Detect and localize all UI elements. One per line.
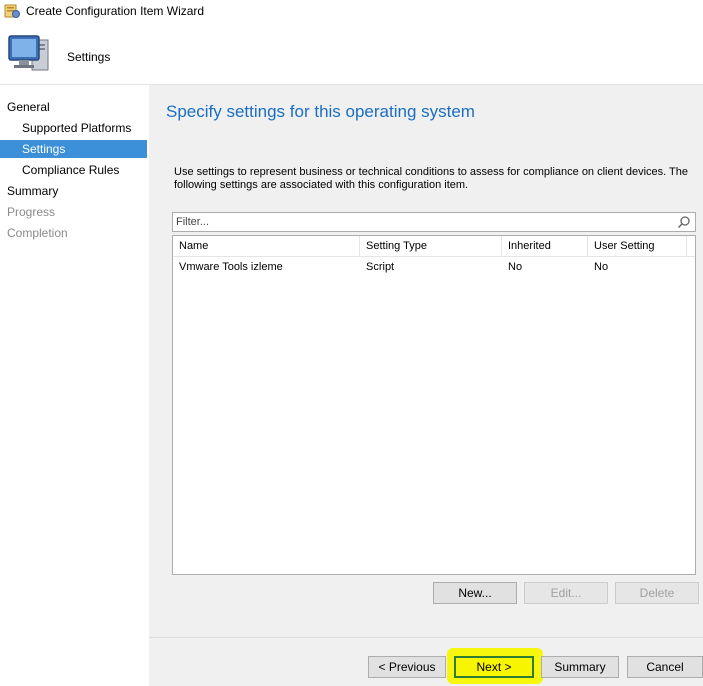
nav-item-completion: Completion (7, 226, 68, 240)
window-title: Create Configuration Item Wizard (26, 4, 205, 18)
title-bar: Create Configuration Item Wizard (0, 0, 703, 22)
column-header-name[interactable]: Name (173, 236, 360, 256)
column-header-user-setting[interactable]: User Setting (588, 236, 687, 256)
delete-button: Delete (615, 582, 699, 604)
nav-item-supported-platforms[interactable]: Supported Platforms (0, 119, 147, 137)
column-header-inherited[interactable]: Inherited (502, 236, 588, 256)
nav-item-compliance-rules[interactable]: Compliance Rules (0, 161, 147, 179)
previous-button[interactable]: < Previous (368, 656, 446, 678)
page-title: Settings (67, 50, 111, 64)
settings-panel: Specify settings for this operating syst… (149, 85, 703, 637)
settings-table[interactable]: Name Setting Type Inherited User Setting… (172, 235, 696, 575)
nav-item-general[interactable]: General (0, 98, 147, 116)
column-header-setting-type[interactable]: Setting Type (360, 236, 502, 256)
section-description: Use settings to represent business or te… (174, 166, 689, 191)
filter-box[interactable] (172, 212, 696, 232)
wizard-app-icon (4, 3, 20, 19)
cancel-button[interactable]: Cancel (627, 656, 703, 678)
cell-user-setting: No (594, 261, 609, 273)
cell-setting-type: Script (366, 261, 395, 273)
nav-item-summary[interactable]: Summary (0, 182, 147, 200)
table-row[interactable]: Vmware Tools izleme Script No No (173, 257, 695, 277)
wizard-nav: General Supported Platforms Settings Com… (0, 85, 149, 685)
section-heading: Specify settings for this operating syst… (166, 102, 475, 121)
new-button[interactable]: New... (433, 582, 517, 604)
nav-item-progress: Progress (7, 205, 56, 219)
summary-button[interactable]: Summary (541, 656, 619, 678)
search-icon[interactable] (677, 215, 691, 229)
edit-button: Edit... (524, 582, 608, 604)
filter-input[interactable] (176, 215, 666, 229)
computer-monitor-icon (6, 30, 54, 78)
cell-inherited: No (508, 261, 523, 273)
cell-name: Vmware Tools izleme (179, 261, 283, 273)
wizard-header: Settings (0, 22, 703, 85)
table-header: Name Setting Type Inherited User Setting (173, 236, 695, 257)
next-button[interactable]: Next > (454, 656, 534, 678)
nav-item-settings[interactable]: Settings (0, 140, 147, 158)
